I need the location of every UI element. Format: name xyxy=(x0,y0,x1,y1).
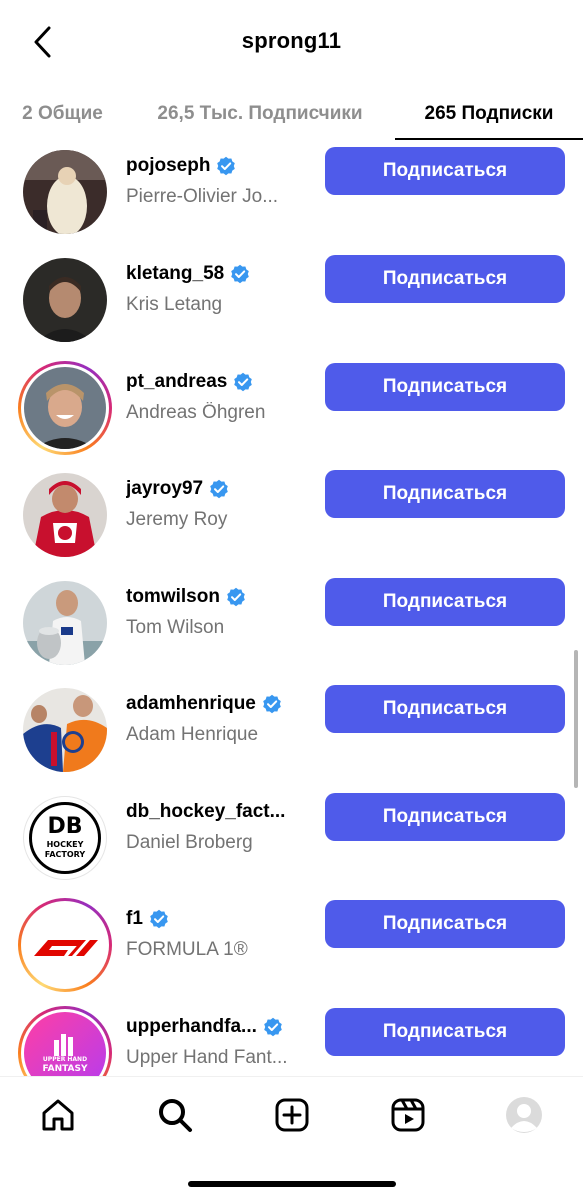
page-title: sprong11 xyxy=(241,28,342,53)
bottom-nav xyxy=(0,1076,583,1200)
avatar[interactable] xyxy=(18,468,112,562)
header: sprong11 xyxy=(0,0,583,88)
profile-icon[interactable] xyxy=(502,1093,546,1137)
follow-button[interactable]: Подписаться xyxy=(325,685,565,733)
avatar[interactable] xyxy=(18,576,112,670)
username[interactable]: pt_andreas xyxy=(126,371,227,393)
avatar[interactable] xyxy=(18,898,112,992)
full-name: Tom Wilson xyxy=(126,617,225,638)
username[interactable]: f1 xyxy=(126,908,143,930)
username[interactable]: upperhandfa... xyxy=(126,1016,257,1038)
list-item[interactable]: adamhenrique Adam Henrique Подписаться xyxy=(0,671,583,779)
verified-badge-icon xyxy=(231,264,250,284)
list-item[interactable]: pojoseph Pierre-Olivier Jo... Подписатьс… xyxy=(0,140,583,241)
list-item[interactable]: kletang_58 Kris Letang Подписаться xyxy=(0,241,583,349)
avatar[interactable]: UPPER HAND FANTASY xyxy=(18,1006,112,1076)
tabs: 2 Общие 26,5 Тыс. Подписчики 265 Подписк… xyxy=(0,88,583,140)
search-icon[interactable] xyxy=(153,1093,197,1137)
full-name: Kris Letang xyxy=(126,294,223,315)
follow-button[interactable]: Подписаться xyxy=(325,578,565,626)
follow-button[interactable]: Подписаться xyxy=(325,255,565,303)
username[interactable]: adamhenrique xyxy=(126,693,256,715)
verified-badge-icon xyxy=(150,909,168,929)
following-list: pojoseph Pierre-Olivier Jo... Подписатьс… xyxy=(0,140,583,1076)
reels-icon[interactable] xyxy=(386,1093,430,1137)
avatar[interactable] xyxy=(18,361,112,455)
follow-button[interactable]: Подписаться xyxy=(325,793,565,841)
list-item[interactable]: f1 FORMULA 1® Подписаться xyxy=(0,886,583,994)
verified-badge-icon xyxy=(263,694,281,714)
verified-badge-icon xyxy=(227,587,245,607)
db-hockey-factory-logo: DB HOCKEY FACTORY xyxy=(29,802,101,874)
username[interactable]: jayroy97 xyxy=(126,478,203,500)
username[interactable]: pojoseph xyxy=(126,155,210,177)
full-name: Adam Henrique xyxy=(126,724,259,745)
full-name: Andreas Öhgren xyxy=(126,402,266,423)
full-name: Upper Hand Fant... xyxy=(126,1047,288,1068)
username[interactable]: kletang_58 xyxy=(126,263,224,285)
follow-button[interactable]: Подписаться xyxy=(325,363,565,411)
follow-button[interactable]: Подписаться xyxy=(325,470,565,518)
avatar[interactable]: DB HOCKEY FACTORY xyxy=(18,791,112,885)
home-indicator xyxy=(188,1181,396,1187)
avatar[interactable] xyxy=(18,253,112,347)
verified-badge-icon xyxy=(210,479,228,499)
username[interactable]: tomwilson xyxy=(126,586,220,608)
home-icon[interactable] xyxy=(36,1093,80,1137)
avatar[interactable] xyxy=(18,145,112,239)
tab-following[interactable]: 265 Подписки xyxy=(395,88,583,140)
full-name: FORMULA 1® xyxy=(126,939,248,960)
username[interactable]: db_hockey_fact... xyxy=(126,801,285,823)
tab-followers[interactable]: 26,5 Тыс. Подписчики xyxy=(125,88,395,140)
list-item[interactable]: UPPER HAND FANTASY upperhandfa... Upper … xyxy=(0,994,583,1076)
create-icon[interactable] xyxy=(270,1093,314,1137)
verified-badge-icon xyxy=(217,156,236,176)
full-name: Pierre-Olivier Jo... xyxy=(126,186,279,207)
avatar[interactable] xyxy=(18,683,112,777)
upper-hand-fantasy-logo: UPPER HAND FANTASY xyxy=(24,1012,106,1076)
list-item[interactable]: tomwilson Tom Wilson Подписаться xyxy=(0,564,583,672)
follow-button[interactable]: Подписаться xyxy=(325,147,565,195)
list-item[interactable]: jayroy97 Jeremy Roy Подписаться xyxy=(0,456,583,564)
verified-badge-icon xyxy=(234,372,253,392)
scrollbar[interactable] xyxy=(574,650,578,788)
f1-logo xyxy=(34,940,98,956)
full-name: Jeremy Roy xyxy=(126,509,228,530)
verified-badge-icon xyxy=(264,1017,282,1037)
full-name: Daniel Broberg xyxy=(126,832,253,853)
follow-button[interactable]: Подписаться xyxy=(325,900,565,948)
follow-button[interactable]: Подписаться xyxy=(325,1008,565,1056)
tab-mutual[interactable]: 2 Общие xyxy=(0,88,125,140)
list-item[interactable]: pt_andreas Andreas Öhgren Подписаться xyxy=(0,349,583,457)
list-item[interactable]: DB HOCKEY FACTORY db_hockey_fact... Dani… xyxy=(0,779,583,887)
